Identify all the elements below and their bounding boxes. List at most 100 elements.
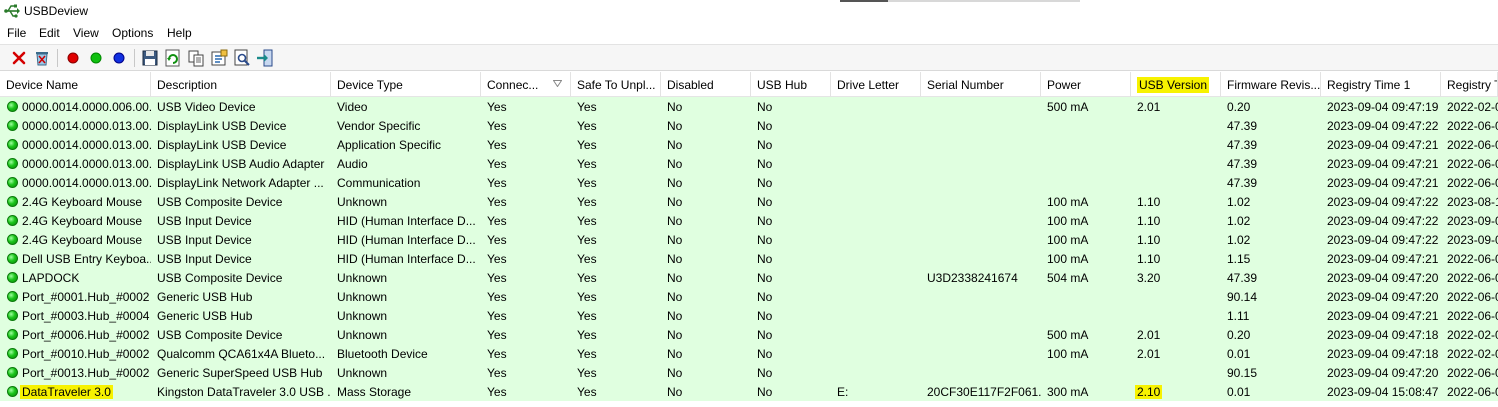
cell-value: No bbox=[757, 176, 773, 190]
cell-value: Yes bbox=[487, 233, 507, 247]
table-row[interactable]: Port_#0001.Hub_#0002 Generic USB Hub Unkno… bbox=[0, 287, 1498, 306]
cell-value: No bbox=[667, 366, 683, 380]
cell-value: 2.10 bbox=[1135, 385, 1163, 399]
cell-usb-version: 3.20 bbox=[1131, 268, 1221, 287]
cell-connec: Yes bbox=[481, 306, 571, 325]
column-header-drive-letter[interactable]: Drive Letter bbox=[831, 72, 921, 97]
cell-value: 2022-06-0 bbox=[1447, 252, 1498, 266]
column-header-label: Safe To Unpl... bbox=[577, 78, 656, 92]
cell-firmware-revis: 47.39 bbox=[1221, 173, 1321, 192]
cell-description: DisplayLink Network Adapter ... bbox=[151, 173, 331, 192]
uninstall-icon[interactable] bbox=[32, 48, 52, 68]
table-row[interactable]: 0000.0014.0000.013.00... DisplayLink Netw… bbox=[0, 173, 1498, 192]
column-header-usb-hub[interactable]: USB Hub bbox=[751, 72, 831, 97]
cell-connec: Yes bbox=[481, 382, 571, 401]
column-header-disabled[interactable]: Disabled bbox=[661, 72, 751, 97]
column-header-power[interactable]: Power bbox=[1041, 72, 1131, 97]
exit-icon[interactable] bbox=[255, 48, 275, 68]
blue-dot-icon[interactable] bbox=[109, 48, 129, 68]
table-row[interactable]: 2.4G Keyboard Mouse USB Input Device HID (… bbox=[0, 230, 1498, 249]
cell-value: No bbox=[667, 252, 683, 266]
cell-value: 0000.0014.0000.013.00... bbox=[22, 176, 151, 190]
menu-options[interactable]: Options bbox=[112, 26, 153, 40]
cell-value: Generic USB Hub bbox=[157, 290, 253, 304]
column-header-safe-to-unpl[interactable]: Safe To Unpl... bbox=[571, 72, 661, 97]
cell-usb-version: 2.10 bbox=[1131, 382, 1221, 401]
cell-device-name: Port_#0001.Hub_#0002 bbox=[0, 287, 151, 306]
cell-connec: Yes bbox=[481, 192, 571, 211]
table-row[interactable]: 2.4G Keyboard Mouse USB Input Device HID (… bbox=[0, 211, 1498, 230]
cell-value: No bbox=[667, 233, 683, 247]
cell-value: Port_#0013.Hub_#0002 bbox=[22, 366, 150, 380]
cell-registry-time-1: 2023-09-04 09:47:19 bbox=[1321, 97, 1441, 116]
device-list[interactable]: Device Name Description Device Type Connec.… bbox=[0, 72, 1498, 407]
cell-usb-version bbox=[1131, 173, 1221, 192]
cell-device-type: Bluetooth Device bbox=[331, 344, 481, 363]
cell-description: Kingston DataTraveler 3.0 USB ... bbox=[151, 382, 331, 401]
table-row[interactable]: 0000.0014.0000.006.00... USB Video Device… bbox=[0, 97, 1498, 116]
cell-value: Yes bbox=[577, 138, 597, 152]
properties-icon[interactable] bbox=[209, 48, 229, 68]
cell-value: 2023-09-04 09:47:21 bbox=[1327, 157, 1439, 171]
column-header-serial-number[interactable]: Serial Number bbox=[921, 72, 1041, 97]
cell-device-type: Video bbox=[331, 97, 481, 116]
column-header-firmware-revis[interactable]: Firmware Revis... bbox=[1221, 72, 1321, 97]
cell-registry-time-1: 2023-09-04 09:47:22 bbox=[1321, 116, 1441, 135]
cell-disabled: No bbox=[661, 154, 751, 173]
cell-value: DataTraveler 3.0 bbox=[20, 385, 113, 399]
copy-icon[interactable] bbox=[186, 48, 206, 68]
cell-registry-time-1: 2023-09-04 09:47:21 bbox=[1321, 249, 1441, 268]
table-row[interactable]: 0000.0014.0000.013.00... DisplayLink USB … bbox=[0, 154, 1498, 173]
cell-value: DisplayLink USB Device bbox=[157, 119, 287, 133]
cell-value: 3.20 bbox=[1137, 271, 1161, 285]
cell-safe-to-unpl: Yes bbox=[571, 306, 661, 325]
column-header-registry-time-1[interactable]: Registry Time 1 bbox=[1321, 72, 1441, 97]
find-icon[interactable] bbox=[232, 48, 252, 68]
column-header-device-type[interactable]: Device Type bbox=[331, 72, 481, 97]
table-row[interactable]: Port_#0013.Hub_#0002 Generic SuperSpeed U… bbox=[0, 363, 1498, 382]
cell-value: Port_#0001.Hub_#0002 bbox=[22, 290, 150, 304]
table-row[interactable]: Dell USB Entry Keyboa... USB Input Device… bbox=[0, 249, 1498, 268]
table-row[interactable]: Port_#0006.Hub_#0002 USB Composite Device… bbox=[0, 325, 1498, 344]
cell-device-type: HID (Human Interface D... bbox=[331, 211, 481, 230]
cell-value: 2023-08-1 bbox=[1447, 195, 1498, 209]
table-row[interactable]: DataTraveler 3.0 Kingston DataTraveler 3.… bbox=[0, 382, 1498, 401]
cell-value: 1.11 bbox=[1227, 309, 1250, 323]
save-icon[interactable] bbox=[140, 48, 160, 68]
cell-disabled: No bbox=[661, 287, 751, 306]
column-header-device-name[interactable]: Device Name bbox=[0, 72, 151, 97]
cell-power: 100 mA bbox=[1041, 192, 1131, 211]
column-header-description[interactable]: Description bbox=[151, 72, 331, 97]
table-row[interactable]: 0000.0014.0000.013.00... DisplayLink USB … bbox=[0, 135, 1498, 154]
disconnect-icon[interactable] bbox=[9, 48, 29, 68]
menu-view[interactable]: View bbox=[73, 26, 99, 40]
cell-description: DisplayLink USB Device bbox=[151, 135, 331, 154]
table-row[interactable]: LAPDOCK USB Composite Device Unknown Yes Yes… bbox=[0, 268, 1498, 287]
cell-disabled: No bbox=[661, 97, 751, 116]
table-row[interactable]: Port_#0003.Hub_#0004 Generic USB Hub Unkno… bbox=[0, 306, 1498, 325]
cell-value: 2023-09-04 09:47:21 bbox=[1327, 176, 1439, 190]
cell-value: 2022-06-0 bbox=[1447, 290, 1498, 304]
cell-value: 2022-06-0 bbox=[1447, 157, 1498, 171]
refresh-icon[interactable] bbox=[163, 48, 183, 68]
column-header-usb-version[interactable]: USB Version bbox=[1131, 72, 1221, 97]
cell-firmware-revis: 47.39 bbox=[1221, 116, 1321, 135]
green-dot-icon[interactable] bbox=[86, 48, 106, 68]
column-header-registry-t[interactable]: Registry T bbox=[1441, 72, 1498, 97]
cell-value: No bbox=[757, 157, 773, 171]
column-header-connec[interactable]: Connec... bbox=[481, 72, 571, 97]
cell-description: USB Video Device bbox=[151, 97, 331, 116]
menu-edit[interactable]: Edit bbox=[39, 26, 60, 40]
table-row[interactable]: Port_#0010.Hub_#0002 Qualcomm QCA61x4A Bl… bbox=[0, 344, 1498, 363]
cell-connec: Yes bbox=[481, 230, 571, 249]
cell-device-name: Port_#0003.Hub_#0004 bbox=[0, 306, 151, 325]
cell-value: 2022-02-0 bbox=[1447, 100, 1498, 114]
table-row[interactable]: 0000.0014.0000.013.00... DisplayLink USB … bbox=[0, 116, 1498, 135]
menu-help[interactable]: Help bbox=[167, 26, 192, 40]
menu-file[interactable]: File bbox=[7, 26, 26, 40]
red-dot-icon[interactable] bbox=[63, 48, 83, 68]
cell-power: 500 mA bbox=[1041, 97, 1131, 116]
cell-value: 2.01 bbox=[1137, 100, 1161, 114]
cell-usb-hub: No bbox=[751, 230, 831, 249]
table-row[interactable]: 2.4G Keyboard Mouse USB Composite Device U… bbox=[0, 192, 1498, 211]
